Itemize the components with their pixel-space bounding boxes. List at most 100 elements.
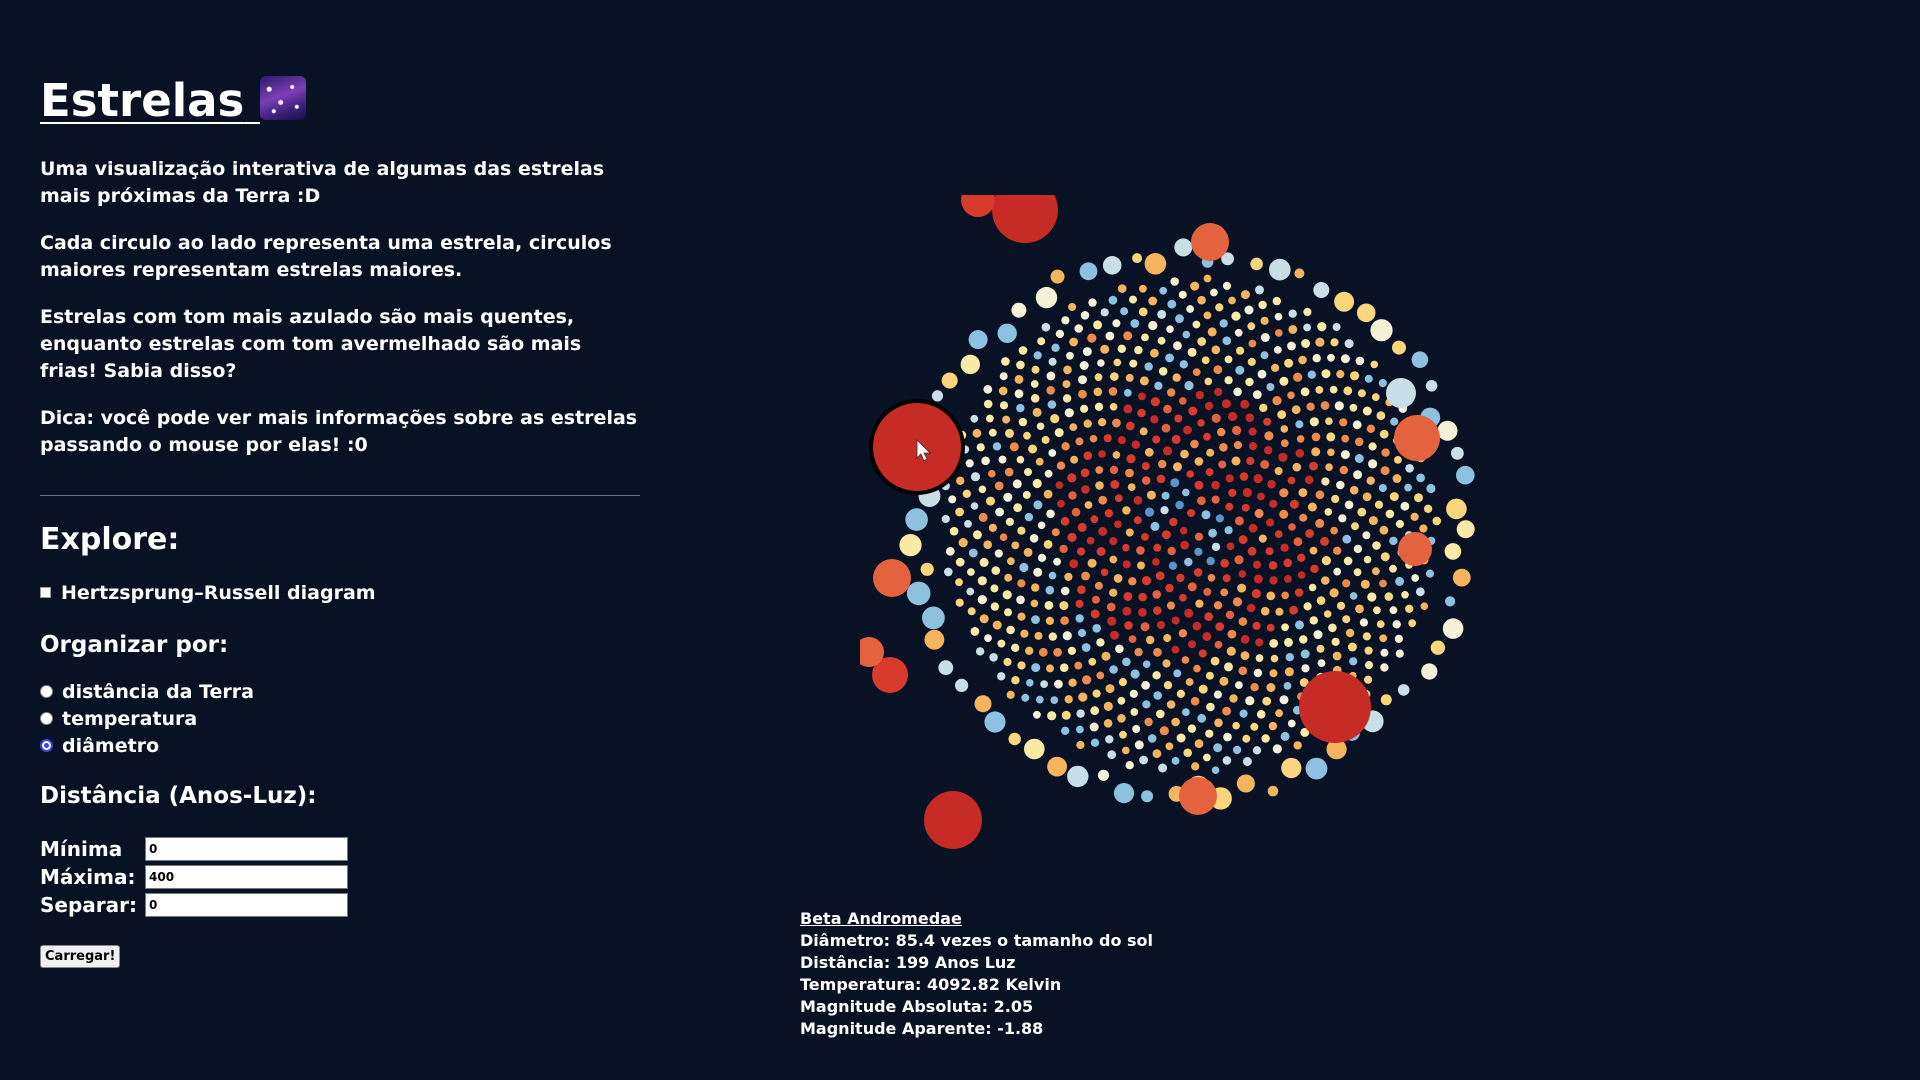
star-circle[interactable] [1096, 547, 1106, 556]
star-circle[interactable] [1262, 696, 1272, 706]
star-circle[interactable] [1154, 381, 1163, 390]
star-circle[interactable] [1139, 427, 1148, 436]
star-circle[interactable] [1062, 394, 1072, 403]
star-circle[interactable] [1405, 604, 1414, 613]
star-circle[interactable] [1035, 286, 1058, 309]
star-circle[interactable] [1190, 696, 1200, 706]
star-circle[interactable] [1423, 504, 1433, 513]
hr-diagram-checkbox[interactable] [40, 587, 51, 598]
star-circle[interactable] [1253, 574, 1263, 584]
star-circle[interactable] [1141, 533, 1149, 541]
star-circle[interactable] [1389, 606, 1398, 615]
star-circle[interactable] [1411, 351, 1429, 368]
star-circle[interactable] [1046, 371, 1056, 381]
star-circle[interactable] [1232, 597, 1242, 607]
star-circle[interactable] [1210, 288, 1218, 297]
star-circle[interactable] [1392, 340, 1406, 355]
star-circle[interactable] [1048, 357, 1057, 366]
star-circle[interactable] [1298, 355, 1307, 365]
star-circle[interactable] [1342, 534, 1352, 544]
star-circle[interactable] [1316, 644, 1325, 653]
star-circle[interactable] [1153, 691, 1162, 700]
star-circle[interactable] [1134, 740, 1144, 750]
star-circle[interactable] [1320, 401, 1330, 410]
star-circle[interactable] [1113, 574, 1123, 583]
star-circle[interactable] [1030, 599, 1039, 608]
star-circle[interactable] [1165, 583, 1174, 593]
star-circle[interactable] [1389, 536, 1398, 546]
star-circle[interactable] [1068, 491, 1077, 500]
star-circle[interactable] [1061, 316, 1070, 325]
star-circle[interactable] [1240, 634, 1250, 644]
star-circle[interactable] [1144, 717, 1153, 727]
star-circle[interactable] [1138, 592, 1147, 602]
star-circle[interactable] [1241, 503, 1250, 512]
star-circle[interactable] [1280, 731, 1290, 741]
star-circle[interactable] [1034, 631, 1043, 640]
star-circle[interactable] [1090, 609, 1100, 619]
star-circle[interactable] [1203, 753, 1211, 762]
star-circle[interactable] [1227, 629, 1237, 639]
star-circle[interactable] [1284, 637, 1293, 647]
star-circle[interactable] [1109, 465, 1119, 475]
star-circle[interactable] [945, 546, 955, 556]
star-circle[interactable] [1279, 695, 1289, 705]
star-circle[interactable] [1340, 450, 1350, 460]
star-circle[interactable] [1109, 403, 1118, 411]
star-circle[interactable] [1183, 425, 1192, 435]
star-circle[interactable] [1395, 519, 1404, 529]
star-circle[interactable] [1153, 543, 1162, 552]
star-circle[interactable] [955, 678, 969, 692]
star-circle[interactable] [1067, 646, 1076, 655]
star-circle[interactable] [1047, 400, 1057, 409]
star-circle[interactable] [1134, 345, 1143, 355]
star-circle[interactable] [1155, 571, 1165, 581]
star-circle[interactable] [1113, 358, 1122, 367]
star-circle[interactable] [1165, 742, 1174, 751]
star-circle[interactable] [1256, 710, 1266, 719]
star-circle[interactable] [1224, 526, 1233, 535]
star-circle[interactable] [1076, 709, 1085, 718]
star-circle-large[interactable] [992, 195, 1058, 243]
star-circle[interactable] [1112, 451, 1121, 459]
star-circle[interactable] [1029, 534, 1039, 543]
star-circle[interactable] [1086, 536, 1095, 545]
star-circle[interactable] [1014, 375, 1024, 384]
star-circle[interactable] [970, 414, 979, 423]
star-circle[interactable] [1184, 608, 1194, 618]
star-circle[interactable] [1308, 583, 1317, 592]
star-circle[interactable] [1415, 587, 1425, 597]
star-circle[interactable] [1022, 490, 1031, 499]
star-circle[interactable] [1003, 492, 1013, 502]
star-circle[interactable] [1332, 651, 1342, 661]
star-circle[interactable] [1053, 557, 1061, 566]
star-circle[interactable] [1215, 303, 1224, 312]
star-circle[interactable] [1017, 579, 1026, 588]
star-circle[interactable] [1023, 548, 1033, 557]
star-circle[interactable] [1068, 303, 1077, 311]
star-circle[interactable] [1214, 387, 1223, 397]
star-circle[interactable] [988, 428, 997, 437]
star-circle[interactable] [1112, 319, 1121, 328]
star-circle[interactable] [1245, 377, 1254, 387]
star-circle[interactable] [1048, 449, 1057, 457]
star-circle[interactable] [1169, 517, 1178, 527]
star-circle[interactable] [1107, 616, 1117, 626]
star-circle[interactable] [1023, 431, 1031, 440]
star-circle[interactable] [998, 386, 1008, 396]
star-circle[interactable] [1153, 647, 1162, 657]
star-circle[interactable] [1173, 669, 1182, 678]
star-circle[interactable] [1141, 790, 1154, 803]
star-circle[interactable] [1117, 436, 1126, 445]
star-circle[interactable] [1014, 389, 1024, 399]
star-circle[interactable] [979, 557, 989, 567]
star-circle[interactable] [1125, 468, 1134, 478]
star-circle[interactable] [1239, 472, 1249, 481]
star-circle[interactable] [1272, 396, 1282, 406]
star-circle[interactable] [1188, 406, 1198, 416]
star-circle[interactable] [1295, 420, 1304, 429]
separate-input[interactable] [145, 893, 348, 917]
star-circle[interactable] [1204, 401, 1214, 411]
star-circle[interactable] [1304, 475, 1314, 485]
star-circle[interactable] [1223, 732, 1232, 742]
